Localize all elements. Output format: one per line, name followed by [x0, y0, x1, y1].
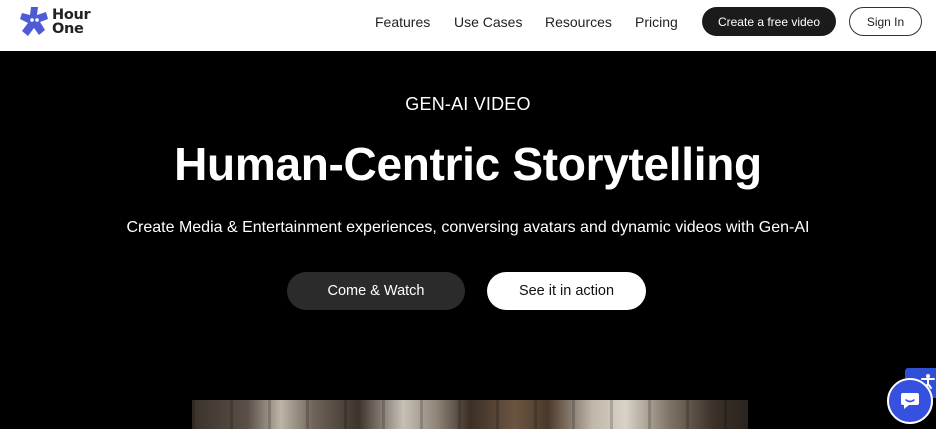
site-header: Hour One Features Use Cases Resources Pr… — [0, 0, 936, 51]
chat-widget-button[interactable] — [887, 378, 933, 424]
hour-one-logo[interactable]: Hour One — [19, 6, 91, 38]
create-free-video-button[interactable]: Create a free video — [702, 7, 836, 36]
sign-in-button[interactable]: Sign In — [849, 7, 922, 36]
nav-features[interactable]: Features — [375, 14, 430, 30]
hero-section: GEN-AI VIDEO Human-Centric Storytelling … — [0, 51, 936, 429]
hero-video-preview[interactable] — [192, 400, 748, 429]
hero-eyebrow: GEN-AI VIDEO — [405, 94, 531, 114]
brand-wordmark: Hour One — [52, 7, 91, 37]
chat-icon — [901, 393, 919, 409]
brand-line-1: Hour — [52, 7, 91, 23]
hero-title: Human-Centric Storytelling — [174, 138, 762, 190]
brand-line-2: One — [52, 21, 84, 37]
nav-resources[interactable]: Resources — [545, 14, 612, 30]
hour-one-logo-icon — [20, 7, 48, 36]
nav-use-cases[interactable]: Use Cases — [454, 14, 522, 30]
come-and-watch-button[interactable]: Come & Watch — [287, 272, 465, 310]
see-it-in-action-button[interactable]: See it in action — [487, 272, 646, 310]
hero-subtitle: Create Media & Entertainment experiences… — [126, 219, 810, 236]
nav-pricing[interactable]: Pricing — [635, 14, 678, 30]
